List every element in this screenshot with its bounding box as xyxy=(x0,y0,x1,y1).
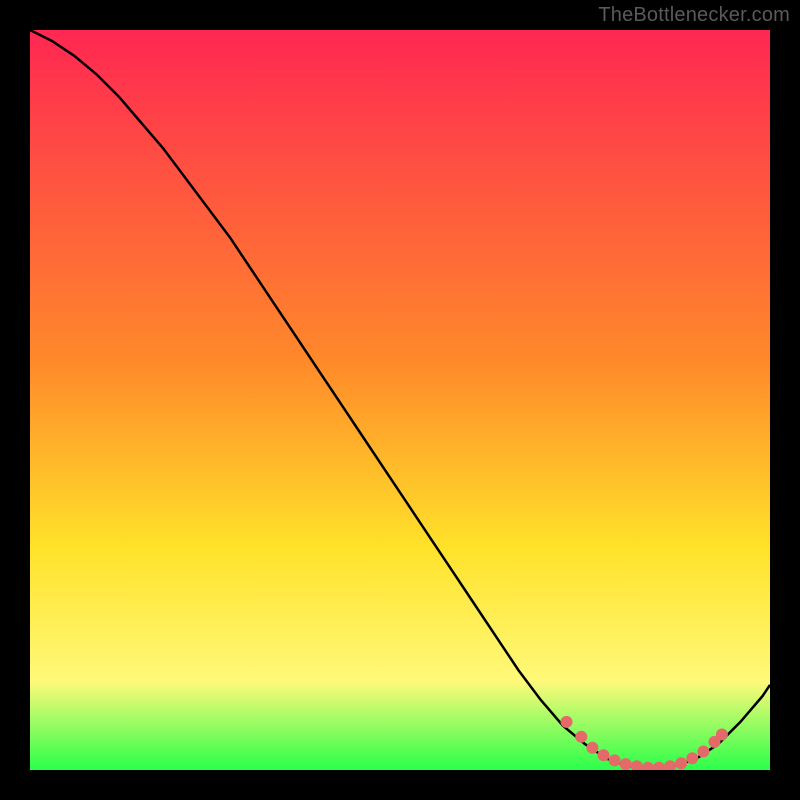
marker-dot xyxy=(609,754,621,766)
marker-dot xyxy=(697,746,709,758)
watermark-text: TheBottlenecker.com xyxy=(598,4,790,27)
marker-dot xyxy=(675,757,687,769)
marker-dot xyxy=(575,731,587,743)
chart-svg xyxy=(30,30,770,770)
marker-dot xyxy=(586,742,598,754)
marker-dot xyxy=(716,729,728,741)
plot-area xyxy=(30,30,770,770)
marker-dot xyxy=(561,716,573,728)
marker-dot xyxy=(620,758,632,770)
marker-dot xyxy=(598,749,610,761)
gradient-bg xyxy=(30,30,770,770)
chart-container: TheBottlenecker.com xyxy=(0,0,800,800)
marker-dot xyxy=(686,752,698,764)
